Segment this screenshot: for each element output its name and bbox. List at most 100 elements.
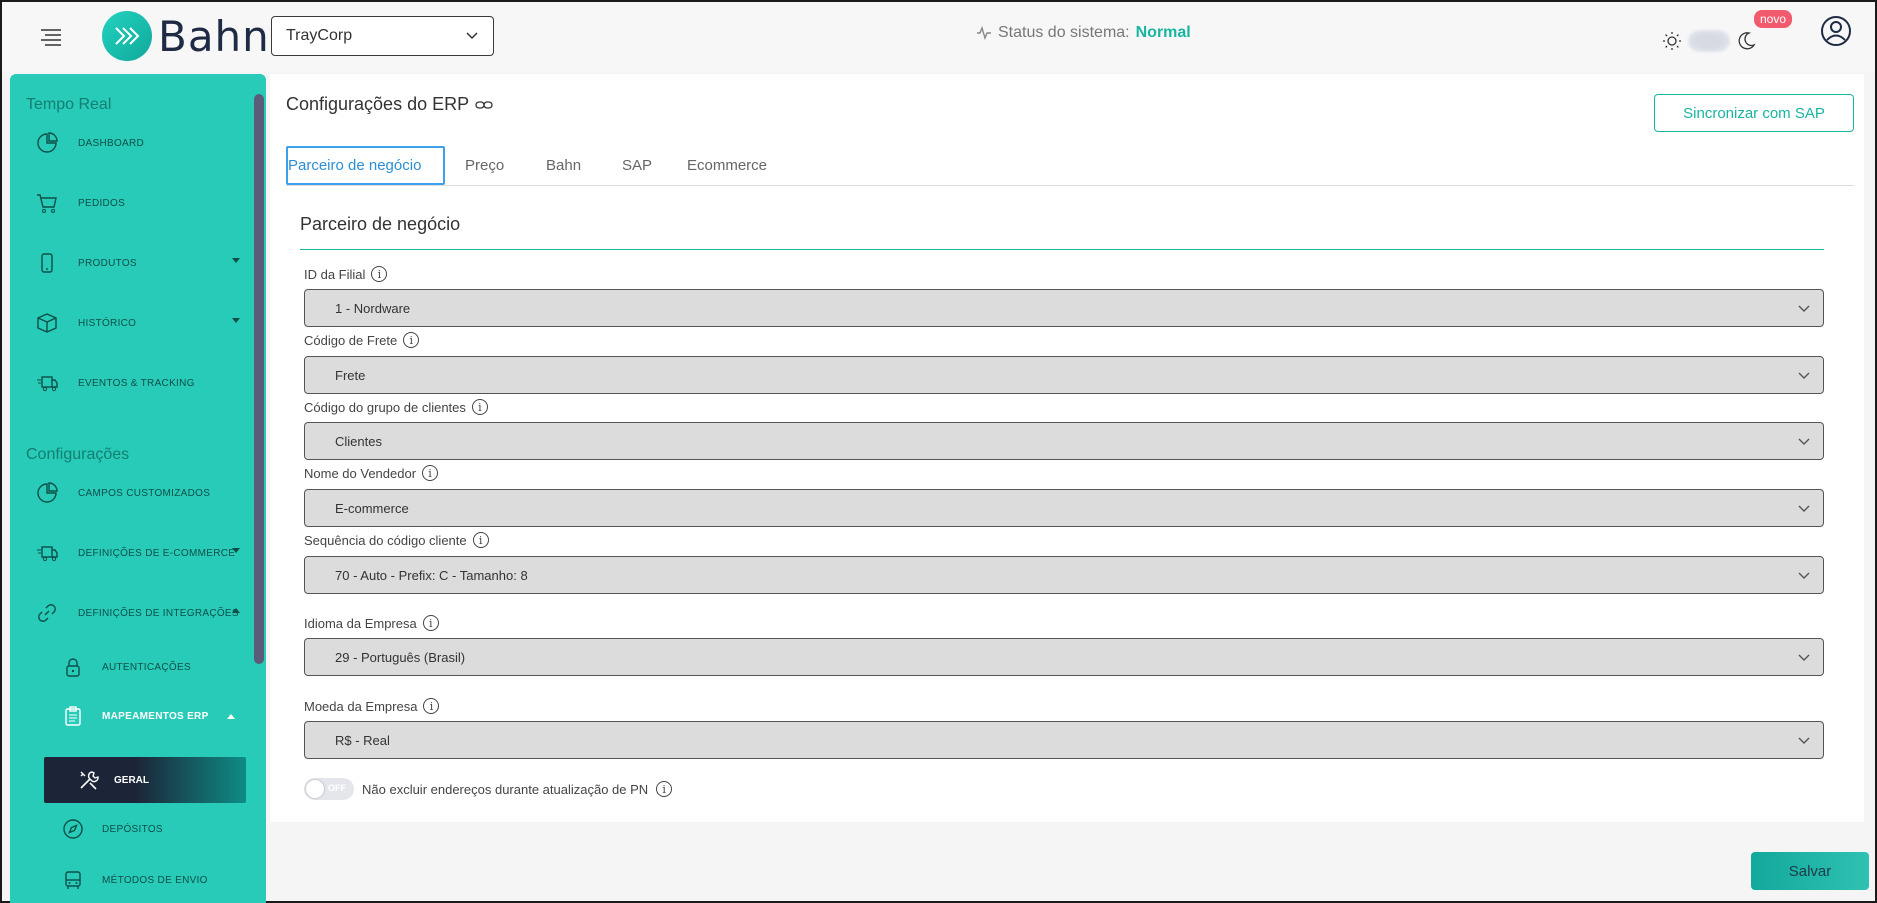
bus-icon: [65, 871, 81, 889]
bahn-logo[interactable]: Bahn: [102, 11, 270, 61]
sidebar-item-label: DEFINIÇÕES DE E-COMMERCE: [78, 547, 236, 559]
info-icon[interactable]: i: [422, 615, 439, 631]
chevron-down-icon: [1798, 372, 1810, 379]
tab-label: Bahn: [546, 157, 582, 174]
sidebar-section-configuracoes: Configurações: [26, 446, 130, 463]
sidebar-item-label: DASHBOARD: [78, 137, 145, 149]
sidebar-subitem-label: MÉTODOS DE ENVIO: [102, 874, 208, 886]
sidebar-item-dashboard[interactable]: DASHBOARD: [36, 132, 144, 154]
chevron-down-icon: [1798, 305, 1810, 312]
status-value: Normal: [1135, 24, 1191, 41]
select-value: R$ - Real: [335, 732, 390, 748]
field-label-text: Moeda da Empresa: [304, 698, 418, 714]
chevron-down-icon: [1798, 438, 1810, 445]
cart-icon: [37, 194, 57, 213]
field-label-text: Código de Frete: [304, 332, 398, 348]
select-nome-vendedor[interactable]: E-commerce: [304, 489, 1824, 527]
sidebar-item-definicoes-ecommerce[interactable]: DEFINIÇÕES DE E-COMMERCE: [36, 542, 240, 564]
sidebar-item-label: CAMPOS CUSTOMIZADOS: [78, 487, 211, 499]
clipboard-icon: [65, 706, 81, 726]
pie-chart-icon: [37, 482, 58, 503]
pie-chart-icon: [37, 132, 58, 153]
truck-icon: [37, 546, 58, 562]
sidebar-item-campos-customizados[interactable]: CAMPOS CUSTOMIZADOS: [36, 482, 210, 504]
info-icon[interactable]: i: [472, 532, 489, 548]
info-icon[interactable]: i: [423, 698, 440, 714]
hamburger-menu-icon[interactable]: [38, 24, 64, 50]
link-icon: [38, 604, 56, 622]
sidebar-item-label: HISTÓRICO: [78, 317, 137, 329]
select-value: Clientes: [335, 433, 382, 449]
info-icon[interactable]: i: [422, 465, 439, 481]
sidebar-item-label: PRODUTOS: [78, 257, 137, 269]
chevron-down-icon: [1798, 572, 1810, 579]
select-moeda-empresa[interactable]: R$ - Real: [304, 721, 1824, 759]
select-codigo-frete[interactable]: Frete: [304, 356, 1824, 394]
sidebar-subitem-autenticacoes[interactable]: AUTENTICAÇÕES: [62, 656, 191, 678]
sidebar-item-label: DEFINIÇÕES DE INTEGRAÇÕES: [78, 607, 239, 619]
toggle-label: Não excluir endereços durante atualizaçã…: [362, 781, 649, 797]
sidebar-item-produtos[interactable]: PRODUTOS: [36, 252, 240, 274]
sidebar-subitem-depositos[interactable]: DEPÓSITOS: [62, 818, 163, 840]
sidebar-section-tempo-real: Tempo Real: [26, 96, 112, 113]
sidebar-item-label: PEDIDOS: [78, 197, 126, 209]
pulse-icon: [977, 26, 991, 40]
sidebar-subitem-label: MAPEAMENTOS ERP: [102, 710, 209, 722]
tab-sap[interactable]: SAP: [622, 146, 652, 185]
company-select-value: TrayCorp: [286, 27, 353, 44]
tab-label: Preço: [465, 157, 505, 174]
sidebar-scrollbar[interactable]: [254, 94, 264, 664]
tab-bar: Parceiro de negócio Preço Bahn SAP Ecomm…: [286, 146, 1854, 186]
sidebar: Tempo Real DASHBOARD PEDIDOS PRODUTOS HI…: [10, 74, 266, 903]
info-icon[interactable]: i: [656, 781, 673, 797]
field-label-codigo-frete: Código de Frete i: [304, 332, 420, 348]
select-value: 1 - Nordware: [335, 300, 411, 316]
select-idioma-empresa[interactable]: 29 - Português (Brasil): [304, 638, 1824, 676]
sun-icon: [1663, 32, 1681, 50]
logo-mark-icon: [102, 11, 152, 61]
system-status: Status do sistema: Normal: [976, 24, 1191, 42]
company-select[interactable]: TrayCorp: [271, 16, 494, 56]
select-value: 70 - Auto - Prefix: C - Tamanho: 8: [335, 567, 528, 583]
user-avatar-icon[interactable]: [1820, 15, 1852, 47]
caret-down-icon: [232, 548, 240, 553]
select-sequencia-codigo[interactable]: 70 - Auto - Prefix: C - Tamanho: 8: [304, 556, 1824, 594]
sidebar-subitem-mapeamentos-erp[interactable]: MAPEAMENTOS ERP: [62, 705, 235, 727]
select-grupo-clientes[interactable]: Clientes: [304, 422, 1824, 460]
main-card: Configurações do ERP Sincronizar com SAP…: [270, 74, 1864, 822]
nao-excluir-enderecos-toggle[interactable]: OFF: [304, 778, 354, 800]
tab-bahn[interactable]: Bahn: [546, 146, 581, 185]
sidebar-item-definicoes-integracoes[interactable]: DEFINIÇÕES DE INTEGRAÇÕES: [36, 602, 240, 624]
sidebar-subitem-metodos-envio[interactable]: MÉTODOS DE ENVIO: [62, 869, 208, 891]
tab-parceiro-de-negocio[interactable]: Parceiro de negócio: [286, 146, 445, 185]
caret-down-icon: [232, 258, 240, 263]
field-label-grupo-clientes: Código do grupo de clientes i: [304, 399, 488, 415]
save-button[interactable]: Salvar: [1751, 852, 1869, 890]
caret-down-icon: [232, 318, 240, 323]
info-icon[interactable]: i: [371, 266, 388, 282]
link-icon[interactable]: [475, 99, 493, 111]
sidebar-subitem-geral[interactable]: GERAL: [44, 757, 246, 803]
section-title: Parceiro de negócio: [300, 214, 1824, 250]
tab-label: SAP: [622, 157, 653, 174]
status-label: Status do sistema:: [998, 24, 1130, 41]
field-label-text: Nome do Vendedor: [304, 465, 417, 481]
tab-preco[interactable]: Preço: [465, 146, 504, 185]
field-label-id-filial: ID da Filial i: [304, 266, 388, 282]
sidebar-item-pedidos[interactable]: PEDIDOS: [36, 192, 125, 214]
select-id-filial[interactable]: 1 - Nordware: [304, 289, 1824, 327]
field-label-text: Sequência do código cliente: [304, 532, 467, 548]
sidebar-item-eventos-tracking[interactable]: EVENTOS & TRACKING: [36, 372, 195, 394]
sidebar-item-historico[interactable]: HISTÓRICO: [36, 312, 240, 334]
sync-sap-button[interactable]: Sincronizar com SAP: [1654, 94, 1854, 132]
theme-toggle[interactable]: [1662, 30, 1756, 52]
field-label-moeda-empresa: Moeda da Empresa i: [304, 698, 440, 714]
tab-ecommerce[interactable]: Ecommerce: [687, 146, 767, 185]
sidebar-subitem-label: AUTENTICAÇÕES: [102, 661, 191, 673]
field-label-text: Código do grupo de clientes: [304, 399, 466, 415]
field-label-idioma-empresa: Idioma da Empresa i: [304, 615, 439, 631]
info-icon[interactable]: i: [403, 332, 420, 348]
info-icon[interactable]: i: [471, 399, 488, 415]
select-value: Frete: [335, 367, 366, 383]
theme-switch[interactable]: [1688, 30, 1730, 52]
